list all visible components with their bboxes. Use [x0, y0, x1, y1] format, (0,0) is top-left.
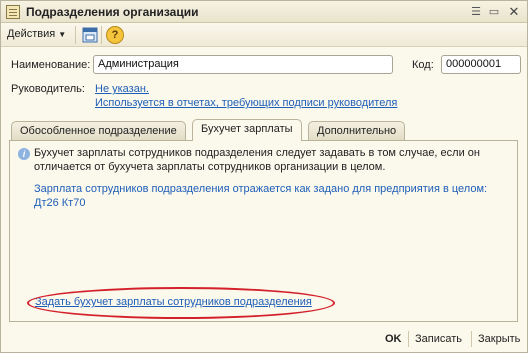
toolbar: Действия ▼ ?	[1, 23, 527, 47]
help-icon[interactable]: ?	[106, 26, 124, 44]
tab-payroll-accounting[interactable]: Бухучет зарплаты	[192, 119, 302, 141]
name-field[interactable]: Администрация	[93, 55, 393, 74]
tab-additional[interactable]: Дополнительно	[308, 121, 406, 140]
structure-icon[interactable]	[81, 26, 99, 44]
close-button[interactable]: Закрыть	[478, 333, 520, 345]
highlight-oval	[27, 287, 335, 319]
name-label: Наименование:	[11, 59, 91, 71]
chevron-down-icon: ▼	[58, 30, 67, 39]
save-button[interactable]: Записать	[415, 333, 462, 345]
manager-label: Руководитель:	[11, 83, 85, 95]
title-bar[interactable]: Подразделения организации ☰ ▭ ✕	[1, 1, 527, 23]
manager-hint-link[interactable]: Используется в отчетах, требующих подпис…	[95, 97, 397, 109]
info-text-line2: отличается от бухучета зарплаты сотрудни…	[34, 161, 386, 173]
minimize-icon[interactable]: ▭	[487, 5, 501, 19]
info-text-line1: Бухучет зарплаты сотрудников подразделен…	[34, 147, 480, 159]
catalog-icon	[6, 5, 20, 19]
menu-icon[interactable]: ☰	[469, 5, 483, 19]
close-icon[interactable]: ✕	[507, 5, 521, 19]
tab-separate-division[interactable]: Обособленное подразделение	[11, 121, 186, 140]
toolbar-separator	[101, 26, 102, 44]
actions-menu-button[interactable]: Действия ▼	[7, 28, 66, 40]
accounting-text-line1: Зарплата сотрудников подразделения отраж…	[34, 183, 488, 195]
code-field[interactable]: 000000001	[441, 55, 521, 74]
ok-button[interactable]: OK	[385, 333, 402, 345]
accounting-text-line2: Дт26 Кт70	[34, 197, 86, 209]
actions-label: Действия	[7, 28, 56, 40]
footer-separator	[471, 331, 472, 347]
manager-link[interactable]: Не указан.	[95, 83, 149, 95]
code-label: Код:	[412, 59, 434, 71]
dialog-window: Подразделения организации ☰ ▭ ✕ Действия…	[0, 0, 528, 353]
footer-separator	[408, 331, 409, 347]
info-icon: i	[18, 148, 30, 160]
window-title: Подразделения организации	[26, 5, 199, 19]
toolbar-separator	[75, 26, 76, 44]
